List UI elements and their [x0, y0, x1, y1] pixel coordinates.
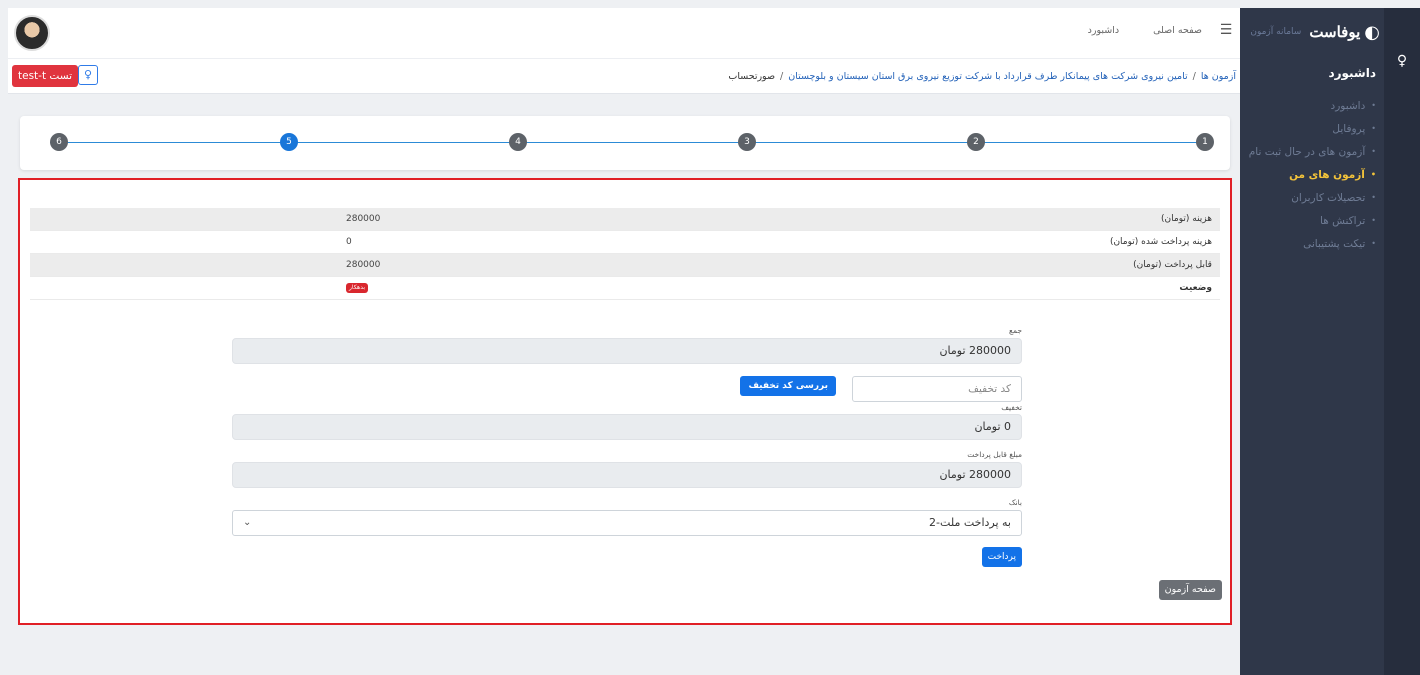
step-1[interactable]: 1: [1196, 133, 1214, 151]
discount-code-input[interactable]: کد تخفیف: [852, 376, 1022, 402]
sidebar-item-label: تراکنش ها: [1320, 214, 1366, 227]
bank-select[interactable]: به پرداخت ملت-2 ⌄: [232, 510, 1022, 536]
bullet-icon: •: [1371, 216, 1376, 225]
lightbulb-icon[interactable]: ♀: [1393, 52, 1411, 70]
sidebar-item-label: آزمون های در حال ثبت نام: [1248, 145, 1366, 158]
total-field: 280000 تومان: [232, 338, 1022, 364]
sidebar-title[interactable]: داشبورد: [1328, 66, 1376, 80]
sidebar-item-dashboard[interactable]: • داشبورد: [1240, 94, 1376, 117]
row-value: 280000: [346, 214, 381, 224]
sidebar-item-label: آزمون های من: [1289, 168, 1365, 181]
invoice-card: هزینه (تومان) 280000 هزینه پرداخت شده (ت…: [18, 178, 1232, 625]
payable-field: 280000 تومان: [232, 462, 1022, 488]
bank-selected-value: به پرداخت ملت-2: [929, 516, 1011, 529]
step-6[interactable]: 6: [50, 133, 68, 151]
table-row: وضعیت بدهکار: [30, 277, 1220, 300]
avatar[interactable]: [14, 15, 50, 51]
sidebar-item-label: تیکت پشتیبانی: [1303, 237, 1366, 250]
breadcrumb-separator: /: [780, 71, 784, 82]
bullet-icon: •: [1371, 101, 1376, 110]
status-badge: بدهکار: [346, 283, 369, 293]
bullet-icon: •: [1371, 147, 1376, 156]
brand-subtitle: سامانه آزمون: [1250, 27, 1302, 37]
bullet-icon: •: [1370, 170, 1376, 179]
chevron-down-icon: ⌄: [243, 517, 252, 528]
step-4[interactable]: 4: [509, 133, 527, 151]
invoice-table: هزینه (تومان) 280000 هزینه پرداخت شده (ت…: [30, 208, 1220, 300]
breadcrumb: آزمون ها / تامین نیروی شرکت های پیمانکار ط…: [728, 71, 1236, 82]
sidebar: ♀ ◐ یوفاست سامانه آزمون داشبورد • داشبورد…: [1240, 8, 1420, 675]
check-discount-button[interactable]: بررسی کد تخفیف: [740, 376, 836, 396]
sidebar-item-registering-exams[interactable]: • آزمون های در حال ثبت نام: [1240, 140, 1376, 163]
stepper: 1 2 3 4 5 6: [20, 116, 1230, 170]
sidebar-item-label: تحصیلات کاربران: [1291, 191, 1366, 204]
brand[interactable]: ◐ یوفاست سامانه آزمون: [1242, 20, 1380, 44]
nav-dashboard-link[interactable]: داشبورد: [1088, 25, 1119, 36]
row-label: هزینه (تومان): [1161, 214, 1212, 224]
topbar: ☰ صفحه اصلی داشبورد: [8, 8, 1240, 58]
bank-label: بانک: [1008, 498, 1022, 507]
user-button[interactable]: test-t تست: [12, 65, 79, 87]
row-label: قابل پرداخت (تومان): [1133, 260, 1212, 270]
discount-field: 0 تومان: [232, 414, 1022, 440]
payable-label: مبلغ قابل پرداخت: [967, 450, 1022, 459]
breadcrumb-separator: /: [1192, 71, 1196, 82]
sidebar-item-my-exams[interactable]: • آزمون های من: [1240, 163, 1376, 186]
stepper-line: [50, 142, 1198, 143]
exam-page-button[interactable]: صفحه آزمون: [1158, 580, 1222, 600]
bullet-icon: •: [1371, 193, 1376, 202]
step-3[interactable]: 3: [738, 133, 756, 151]
breadcrumb-exam-link[interactable]: تامین نیروی شرکت های پیمانکار طرف قراردا…: [788, 71, 1187, 82]
row-value: 0: [346, 237, 352, 247]
table-row: هزینه پرداخت شده (تومان) 0: [30, 231, 1220, 254]
status-label: وضعیت: [1179, 283, 1212, 293]
sidebar-rail: ♀: [1384, 8, 1420, 675]
row-label: هزینه پرداخت شده (تومان): [1109, 237, 1212, 247]
discount-label: تخفیف: [1001, 403, 1022, 412]
sidebar-item-label: داشبورد: [1330, 99, 1366, 112]
brand-name: یوفاست: [1309, 23, 1361, 41]
main-area: ☰ صفحه اصلی داشبورد آزمون ها / تامین نیروی…: [8, 8, 1240, 675]
sidebar-item-support-ticket[interactable]: • تیکت پشتیبانی: [1240, 232, 1376, 255]
top-nav: صفحه اصلی داشبورد: [1088, 25, 1202, 36]
lightbulb-button[interactable]: ♀: [78, 65, 98, 85]
table-row: قابل پرداخت (تومان) 280000: [30, 254, 1220, 277]
lightbulb-icon: ♀: [83, 68, 93, 81]
brand-logo-icon: ◐: [1364, 21, 1380, 43]
sidebar-item-label: پروفایل: [1332, 122, 1366, 135]
breadcrumb-current: صورتحساب: [728, 71, 776, 82]
bullet-icon: •: [1371, 124, 1376, 133]
sidebar-item-education[interactable]: • تحصیلات کاربران: [1240, 186, 1376, 209]
row-value: 280000: [346, 260, 381, 270]
sidebar-item-profile[interactable]: • پروفایل: [1240, 117, 1376, 140]
step-5[interactable]: 5: [280, 133, 298, 151]
sidebar-menu: • داشبورد • پروفایل • آزمون های در حال ثبت …: [1240, 94, 1376, 255]
hamburger-icon[interactable]: ☰: [1218, 22, 1234, 38]
step-2[interactable]: 2: [967, 133, 985, 151]
breadcrumb-exams-link[interactable]: آزمون ها: [1201, 71, 1236, 82]
nav-home-link[interactable]: صفحه اصلی: [1153, 25, 1202, 36]
bullet-icon: •: [1371, 239, 1376, 248]
sidebar-item-transactions[interactable]: • تراکنش ها: [1240, 209, 1376, 232]
table-row: هزینه (تومان) 280000: [30, 208, 1220, 231]
subbar: آزمون ها / تامین نیروی شرکت های پیمانکار ط…: [8, 58, 1240, 94]
pay-button[interactable]: پرداخت: [981, 547, 1022, 567]
total-label: جمع: [1009, 326, 1022, 335]
